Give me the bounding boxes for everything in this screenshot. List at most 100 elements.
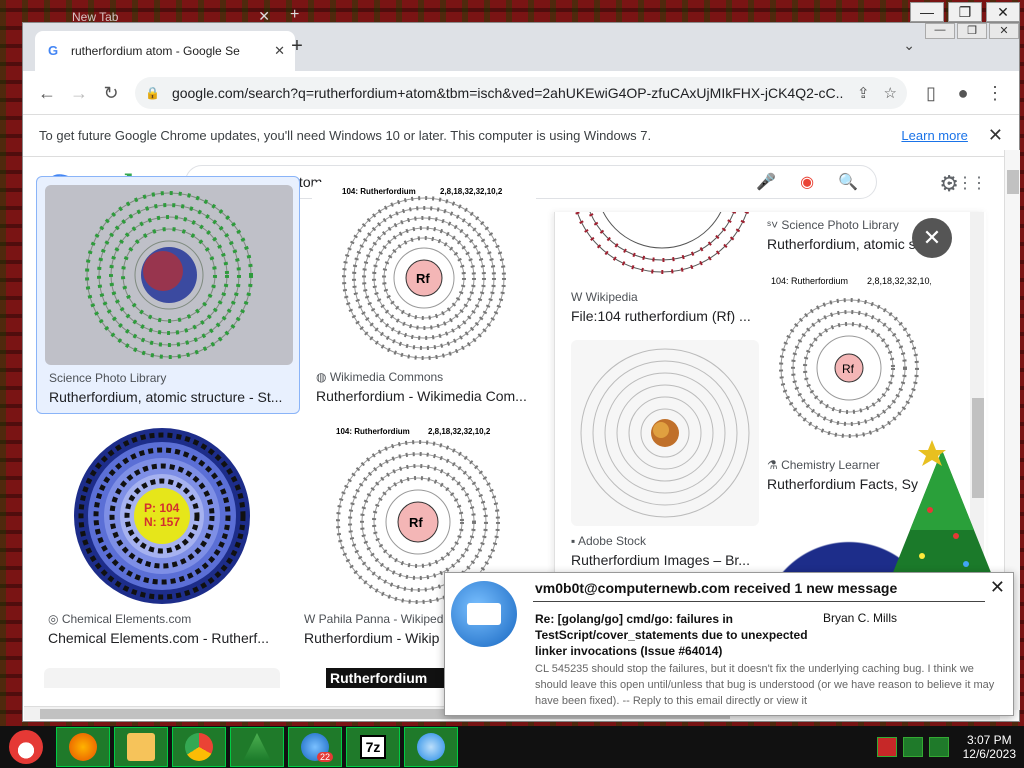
notification-header: vm0b0t@computernewb.com received 1 new m… (535, 580, 898, 596)
svg-text:N: 157: N: 157 (144, 515, 180, 529)
notification-body[interactable]: CL 545235 should stop the failures, but … (535, 661, 1001, 709)
taskbar-radiation-app[interactable] (404, 727, 458, 767)
taskbar-chrome[interactable] (172, 727, 226, 767)
profile-avatar-icon[interactable]: ● (947, 77, 979, 109)
panel-title[interactable]: Rutherfordium Images – Br... (571, 552, 750, 568)
scrollbar-thumb[interactable] (1007, 170, 1019, 194)
result-source[interactable]: ◎ Chemical Elements.com (48, 612, 191, 626)
result-card[interactable]: 104: Rutherfordium 2,8,18,32,32,10,2 Rf … (312, 176, 548, 414)
taskbar-explorer[interactable] (114, 727, 168, 767)
result-card[interactable]: P: 104 N: 157 ◎ Chemical Elements.com Ch… (44, 426, 284, 656)
minimize-button[interactable]: — (925, 23, 955, 39)
share-icon[interactable]: ⇪ (857, 84, 870, 102)
email-notification-popup[interactable]: vm0b0t@computernewb.com received 1 new m… (444, 572, 1014, 716)
notification-subject[interactable]: Re: [golang/go] cmd/go: failures in Test… (535, 611, 825, 659)
google-favicon-icon: G (47, 43, 59, 58)
address-bar[interactable]: 🔒 google.com/search?q=rutherfordium+atom… (135, 76, 907, 109)
rutherfordium-shell-diagram-image: 104: Rutherfordium 2,8,18,32,32,10,2 Rf (771, 276, 937, 438)
thunderbird-icon (451, 581, 517, 647)
result-card[interactable]: 104: Rutherfordium 2,8,18,32,32,10,2 Rf … (300, 426, 536, 656)
action-center-icon[interactable] (876, 737, 897, 757)
svg-text:2,8,18,32,32,10,2: 2,8,18,32,32,10,2 (867, 276, 931, 286)
close-button[interactable]: ✕ (989, 23, 1019, 39)
wikipedia-icon: W (571, 290, 586, 304)
menu-kebab-icon[interactable]: ⋮ (979, 77, 1011, 109)
globe-icon: ◎ (48, 612, 62, 626)
svg-text:2,8,18,32,32,10,2: 2,8,18,32,32,10,2 (428, 427, 491, 436)
infobar-message: To get future Google Chrome updates, you… (39, 128, 652, 143)
notification-sender: Bryan C. Mills (823, 611, 898, 625)
panel-title[interactable]: File:104 rutherfordium (Rf) ... (571, 308, 751, 324)
network-icon[interactable] (902, 737, 923, 757)
bookmark-star-icon[interactable]: ☆ (884, 84, 897, 102)
result-image[interactable]: 104: Rutherfordium 2,8,18,32,32,10,2 Rf (767, 272, 937, 448)
active-tab[interactable]: G rutherfordium atom - Google Se ✕ (35, 31, 295, 71)
minimize-button[interactable]: — (910, 2, 944, 22)
unread-badge: 22 (316, 752, 333, 762)
christmas-tree-decoration (890, 440, 994, 580)
result-image[interactable] (45, 185, 293, 365)
panel-source[interactable]: W Wikipedia (571, 290, 638, 304)
restore-button[interactable]: ❐ (948, 2, 982, 22)
atom-orbit-image (580, 348, 750, 518)
close-icon[interactable]: ✕ (988, 125, 1003, 146)
navigation-toolbar: ← → ↻ 🔒 google.com/search?q=rutherfordiu… (23, 71, 1019, 115)
close-panel-button[interactable]: ✕ (912, 218, 952, 258)
clock-date: 12/6/2023 (962, 747, 1016, 761)
result-card[interactable]: Science Photo Library Rutherfordium, ato… (36, 176, 300, 414)
lock-icon[interactable]: 🔒 (145, 86, 160, 100)
result-title[interactable]: Rutherfordium - Wikip (304, 630, 446, 646)
result-image[interactable]: P: 104 N: 157 (44, 426, 280, 606)
volume-icon[interactable] (928, 737, 949, 757)
close-tab-icon[interactable]: ✕ (274, 43, 285, 59)
result-source[interactable]: ◍ Wikimedia Commons (316, 370, 443, 384)
atom-shell-image (575, 212, 749, 274)
taskbar-thunderbird[interactable]: 22 (288, 727, 342, 767)
update-infobar: To get future Google Chrome updates, you… (23, 115, 1019, 157)
restore-button[interactable]: ❐ (957, 23, 987, 39)
tab-search-chevron-icon[interactable]: ⌄ (903, 37, 915, 54)
result-source[interactable]: Science Photo Library (49, 371, 166, 385)
panel-source[interactable]: ⚗ Chemistry Learner (767, 458, 880, 472)
clock-time: 3:07 PM (966, 733, 1012, 747)
result-title[interactable]: Rutherfordium - Wikimedia Com... (316, 388, 536, 404)
svg-text:Rf: Rf (842, 362, 855, 376)
svg-text:Rf: Rf (416, 271, 430, 286)
result-title[interactable]: Rutherfordium, atomic structure - St... (49, 389, 295, 405)
result-source[interactable]: W Pahila Panna - Wikiped (304, 612, 443, 626)
result-image[interactable]: 104: Rutherfordium 2,8,18,32,32,10,2 Rf (312, 182, 536, 362)
result-image[interactable] (571, 212, 753, 282)
santa-icon (9, 730, 43, 764)
side-panel-icon[interactable]: ▯ (915, 77, 947, 109)
learn-more-link[interactable]: Learn more (901, 128, 967, 143)
result-image[interactable] (571, 340, 759, 526)
chemical-elements-atom-image: P: 104 N: 157 (74, 428, 250, 604)
taskbar-tree-app[interactable] (230, 727, 284, 767)
result-image[interactable]: Rutherfordium (326, 668, 446, 688)
start-button[interactable] (0, 726, 52, 768)
taskbar: 22 7z 3:07 PM 12/6/2023 (0, 726, 1024, 768)
svg-text:P: 104: P: 104 (144, 501, 180, 515)
new-tab-button[interactable]: + (285, 35, 309, 59)
clock[interactable]: 3:07 PM 12/6/2023 (955, 733, 1024, 761)
close-icon[interactable]: ✕ (990, 577, 1005, 598)
svg-text:104: Rutherfordium: 104: Rutherfordium (336, 427, 410, 436)
tree-icon (243, 733, 271, 761)
close-button[interactable]: ✕ (986, 2, 1020, 22)
result-image[interactable] (44, 668, 280, 688)
spl-icon: ˢ˅ (767, 218, 782, 232)
svg-text:104: Rutherfordium: 104: Rutherfordium (342, 187, 416, 196)
svg-text:104: Rutherfordium: 104: Rutherfordium (771, 276, 848, 286)
taskbar-firefox[interactable] (56, 727, 110, 767)
firefox-icon (69, 733, 97, 761)
rutherfordium-shell-diagram-image: 104: Rutherfordium 2,8,18,32,32,10,2 Rf (342, 187, 506, 360)
back-arrow-icon[interactable]: ← (31, 77, 63, 109)
taskbar-7zip[interactable]: 7z (346, 727, 400, 767)
panel-source[interactable]: ˢ˅ Science Photo Library (767, 218, 899, 232)
url-text[interactable]: google.com/search?q=rutherfordium+atom&t… (172, 85, 843, 101)
atom-diagram-image (85, 191, 253, 359)
reload-icon[interactable]: ↻ (95, 77, 127, 109)
result-title[interactable]: Chemical Elements.com - Rutherf... (48, 630, 284, 646)
panel-source[interactable]: ▪ Adobe Stock (571, 534, 646, 548)
forward-arrow-icon[interactable]: → (63, 77, 95, 109)
